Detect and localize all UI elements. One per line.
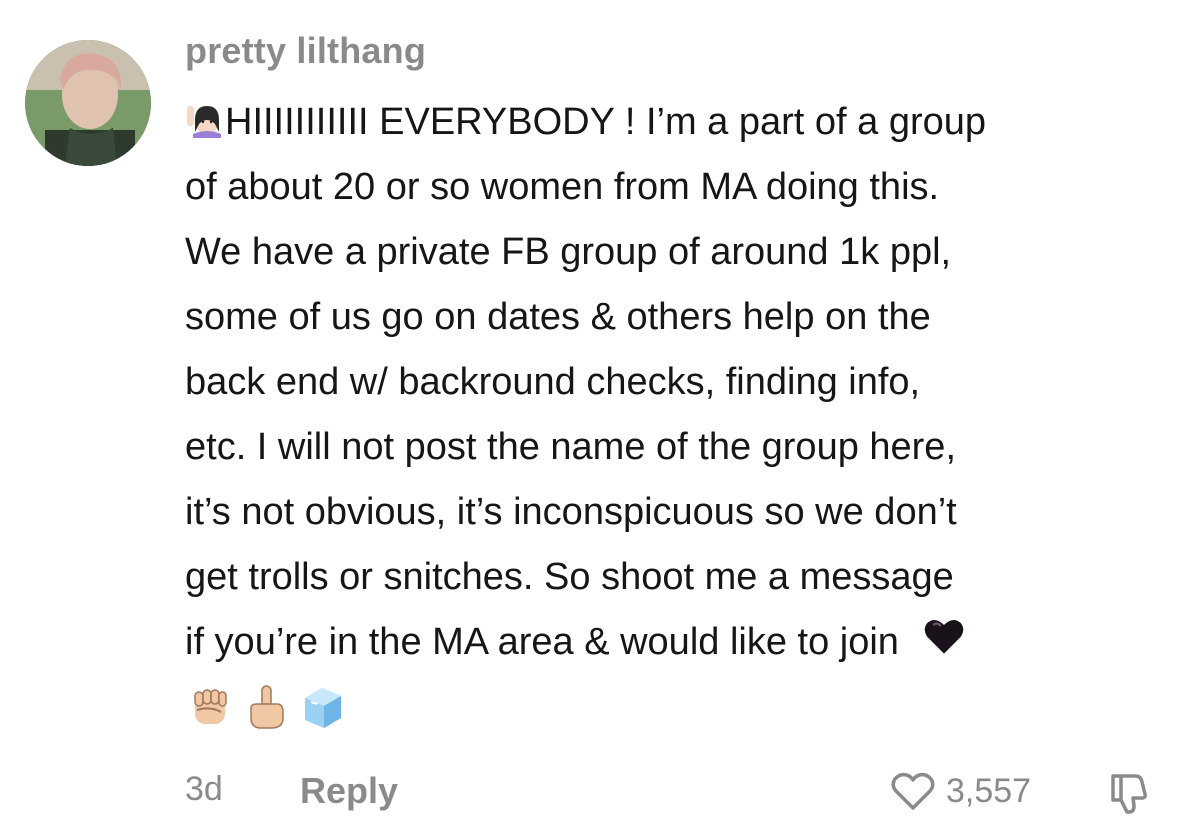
like-button[interactable]: 3,557 xyxy=(890,770,1031,812)
woman-raising-hand-icon xyxy=(187,106,221,138)
comment-line: some of us go on dates & others help on … xyxy=(185,296,931,338)
comment-line: HIIIIIIIIIII EVERYBODY ! I’m a part of a… xyxy=(185,90,1175,155)
comment-line: of about 20 or so women from MA doing th… xyxy=(185,166,940,208)
dislike-icon[interactable] xyxy=(1105,768,1153,816)
black-heart-icon xyxy=(924,619,963,654)
ice-cube-icon xyxy=(305,688,341,728)
comment-footer: 3d Reply 3,557 xyxy=(185,770,1175,820)
username[interactable]: pretty lilthang xyxy=(185,30,426,72)
avatar[interactable] xyxy=(25,40,151,166)
comment-line: etc. I will not post the name of the gro… xyxy=(185,426,957,468)
like-count: 3,557 xyxy=(946,771,1032,810)
comment-line: get trolls or snitches. So shoot me a me… xyxy=(185,556,954,598)
comment-line-text: HIIIIIIIIIII EVERYBODY ! I’m a part of a… xyxy=(225,101,987,143)
middle-finger-icon xyxy=(250,685,284,729)
comment-line: We have a private FB group of around 1k … xyxy=(185,231,952,273)
comment-line: back end w/ backround checks, finding in… xyxy=(185,361,921,403)
comment: pretty lilthang HIIIIIIIIIII EVERYBODY !… xyxy=(0,0,1200,840)
emoji-row xyxy=(185,682,347,732)
heart-outline-icon xyxy=(891,772,935,810)
comment-body: HIIIIIIIIIII EVERYBODY ! I’m a part of a… xyxy=(185,90,1175,675)
avatar-image xyxy=(25,40,151,166)
comment-line-text: if you’re in the MA area & would like to… xyxy=(185,621,899,663)
comment-line: it’s not obvious, it’s inconspicuous so … xyxy=(185,491,957,533)
comment-line: if you’re in the MA area & would like to… xyxy=(185,610,1175,675)
raised-fist-icon xyxy=(194,689,227,724)
timestamp: 3d xyxy=(185,770,223,808)
reply-button[interactable]: Reply xyxy=(300,770,398,812)
